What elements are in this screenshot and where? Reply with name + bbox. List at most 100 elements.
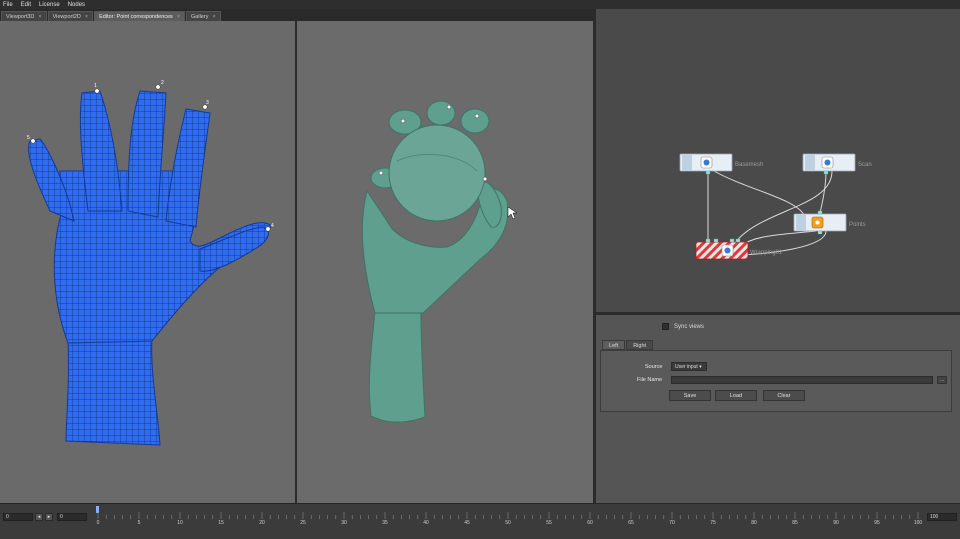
tick-label: 75	[710, 520, 716, 526]
tick-label: 65	[628, 520, 634, 526]
node-label: Points	[849, 222, 866, 228]
node-input-port[interactable]	[817, 210, 823, 215]
correspondence-point[interactable]	[94, 88, 100, 94]
tick-label: 80	[751, 520, 757, 526]
tick-label: 100	[913, 520, 923, 526]
point-label: 5	[27, 135, 30, 141]
close-icon[interactable]: ×	[177, 14, 180, 20]
correspondence-point[interactable]	[265, 226, 271, 232]
close-icon[interactable]: ×	[212, 14, 215, 20]
tab-viewport2d[interactable]: Viewport2D ×	[47, 11, 94, 21]
tick-label: 5	[137, 520, 141, 526]
point-label: 4	[271, 223, 274, 229]
tick-label: 20	[259, 520, 265, 526]
point-label: 3	[206, 100, 209, 106]
correspondence-point[interactable]	[446, 104, 452, 110]
tick-label: 30	[341, 520, 347, 526]
sync-views-row[interactable]: Sync views	[662, 323, 704, 330]
node-input-port[interactable]	[729, 238, 735, 243]
file-name-label: File Name	[637, 377, 663, 383]
properties-panel: Sync views Left Right Source User input …	[596, 315, 960, 503]
tick-label: 55	[546, 520, 552, 526]
chevron-down-icon: ▾	[699, 364, 702, 370]
tick-label: 60	[587, 520, 593, 526]
correspondence-point[interactable]	[30, 138, 36, 144]
tick-label: 25	[300, 520, 306, 526]
tab-label: Viewport2D	[52, 14, 81, 20]
correspondence-point[interactable]	[378, 170, 384, 176]
timeline-ruler[interactable]: 0 5 10 15 20 25 30 35 40 45 50 55 60 65 70 75 80 85 90 95 10…	[96, 506, 923, 538]
node-output-port[interactable]	[705, 170, 711, 175]
teal-hand-mesh[interactable]	[297, 21, 593, 503]
node-output-port[interactable]	[823, 170, 829, 175]
node-output-port[interactable]	[817, 230, 823, 235]
save-button[interactable]: Save	[669, 390, 711, 401]
tab-right[interactable]: Right	[626, 340, 654, 350]
properties-box: Source User input ▾ File Name ... Save L…	[600, 350, 952, 412]
tick-label: 15	[218, 520, 224, 526]
close-icon[interactable]: ×	[85, 14, 88, 20]
node-input-port[interactable]	[705, 238, 711, 243]
tab-label: Gallery	[191, 14, 209, 20]
tick-label: 35	[382, 520, 388, 526]
tab-viewport3d[interactable]: Viewport3D ×	[1, 11, 47, 21]
menu-nodes[interactable]: Nodes	[68, 2, 85, 8]
tick-label: 50	[505, 520, 511, 526]
file-name-field[interactable]	[671, 376, 933, 384]
tick-label: 95	[874, 520, 880, 526]
end-frame-field[interactable]: 100	[927, 513, 957, 521]
node-label: Wrapping01	[750, 250, 783, 256]
correspondence-point[interactable]	[400, 118, 406, 124]
node-graph-panel[interactable]: Basemesh Scan Points Wrapping01	[596, 9, 960, 312]
load-button[interactable]: Load	[715, 390, 757, 401]
tab-label: Editor: Point correspondences	[99, 14, 173, 20]
current-frame-field[interactable]: 0	[57, 513, 87, 521]
menu-license[interactable]: License	[39, 2, 60, 8]
node-input-port[interactable]	[735, 238, 741, 243]
clear-button[interactable]: Clear	[763, 390, 805, 401]
start-frame-field[interactable]: 0	[3, 513, 33, 521]
tick-label: 45	[464, 520, 470, 526]
node-label: Basemesh	[735, 162, 763, 168]
node-wrapping[interactable]: Wrapping01	[695, 241, 783, 260]
menu-edit[interactable]: Edit	[21, 2, 31, 8]
node-scan[interactable]: Scan	[802, 153, 872, 172]
tab-gallery[interactable]: Gallery ×	[186, 11, 221, 21]
point-label: 2	[161, 80, 164, 86]
left-viewport[interactable]: 5 1 2 3 4	[0, 21, 295, 503]
menu-file[interactable]: File	[3, 2, 13, 8]
correspondence-point[interactable]	[474, 113, 480, 119]
tick-label: 85	[792, 520, 798, 526]
mouse-cursor-icon	[507, 206, 518, 220]
node-graph-canvas[interactable]: Basemesh Scan Points Wrapping01	[596, 9, 960, 312]
ruler-ticks	[97, 512, 919, 519]
node-points[interactable]: Points	[793, 213, 866, 232]
tab-left[interactable]: Left	[602, 340, 626, 350]
source-select[interactable]: User input ▾	[671, 362, 707, 371]
source-select-value: User input	[675, 364, 698, 370]
tick-label: 70	[669, 520, 675, 526]
tab-label: Viewport3D	[6, 14, 35, 20]
source-label: Source	[645, 364, 663, 370]
node-basemesh[interactable]: Basemesh	[679, 153, 763, 172]
tick-label: 40	[423, 520, 429, 526]
tab-editor-point-correspondences[interactable]: Editor: Point correspondences ×	[94, 11, 186, 21]
tick-label: 90	[833, 520, 839, 526]
node-input-port[interactable]	[713, 238, 719, 243]
browse-button[interactable]: ...	[937, 376, 947, 384]
tab-bar: Viewport3D × Viewport2D × Editor: Point co…	[0, 9, 596, 21]
close-icon[interactable]: ×	[38, 14, 41, 20]
point-label: 1	[94, 83, 97, 89]
correspondence-point[interactable]	[482, 176, 488, 182]
sync-views-checkbox[interactable]	[662, 323, 669, 330]
tick-label: 0	[96, 520, 100, 526]
blue-hand-mesh[interactable]: 5 1 2 3 4	[0, 21, 295, 503]
next-frame-button[interactable]: ▸	[45, 513, 53, 521]
prev-frame-button[interactable]: ◂	[35, 513, 43, 521]
sync-views-label: Sync views	[674, 323, 705, 330]
ball-shape	[388, 124, 486, 222]
tick-label: 10	[177, 520, 183, 526]
timeline-bar: 0 ◂ ▸ 0 0 5 10 15 20 25 30 35 40 45 50 55 60 65 70 75 80…	[0, 503, 960, 539]
right-viewport[interactable]	[297, 21, 593, 503]
correspondence-point[interactable]	[155, 84, 161, 90]
